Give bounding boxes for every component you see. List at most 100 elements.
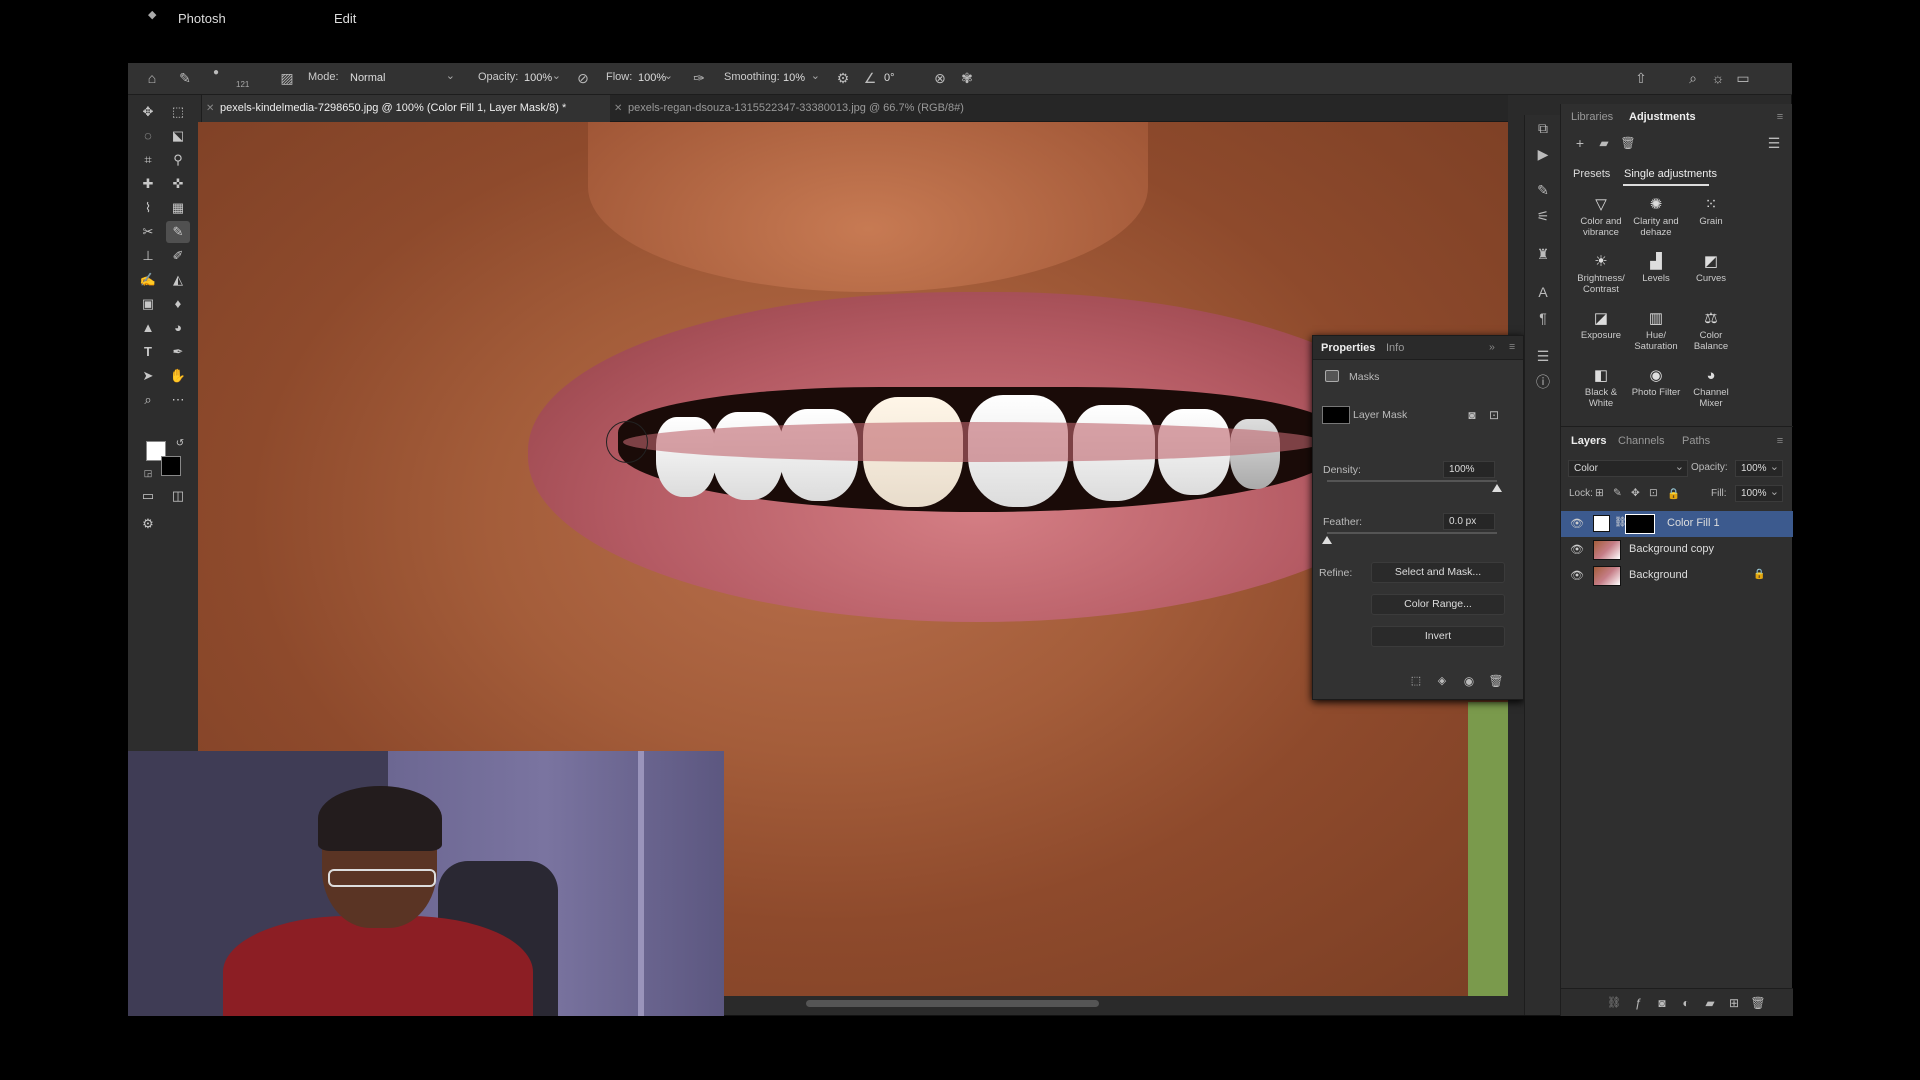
add-preset-icon[interactable]: +: [1571, 134, 1589, 152]
dodge-tool-icon[interactable]: ◕: [166, 317, 190, 339]
close-tab-icon[interactable]: ✕: [206, 95, 214, 122]
tab-layers[interactable]: Layers: [1571, 435, 1606, 447]
brush-settings-icon[interactable]: ⚟: [1534, 207, 1552, 225]
symmetry-icon[interactable]: ✾: [958, 69, 976, 87]
angle-icon[interactable]: ∠: [861, 69, 879, 87]
pen-tool-icon[interactable]: ✒: [166, 341, 190, 363]
trash-icon[interactable]: 🗑: [1487, 672, 1505, 690]
select-and-mask-button[interactable]: Select and Mask...: [1371, 562, 1505, 583]
tab-adjustments[interactable]: Adjustments: [1629, 111, 1696, 123]
history-brush-icon[interactable]: ✐: [166, 245, 190, 267]
tab-single-adjustments[interactable]: Single adjustments: [1624, 168, 1717, 180]
apply-mask-icon[interactable]: ◈: [1433, 672, 1451, 690]
brushes-icon[interactable]: ✎: [1534, 181, 1552, 199]
workspace-icon[interactable]: ▭: [1734, 69, 1752, 87]
new-layer-icon[interactable]: ⊞: [1725, 994, 1743, 1012]
panel-menu-icon[interactable]: ≡: [1509, 341, 1515, 353]
marquee-tool-icon[interactable]: ⬚: [166, 101, 190, 123]
lock-move-icon[interactable]: ✥: [1631, 487, 1640, 499]
opacity-dropdown[interactable]: 100%: [520, 69, 564, 88]
sharpen-tool-icon[interactable]: ▲: [136, 317, 160, 339]
edit-menu[interactable]: Edit: [334, 11, 356, 26]
more-tools-icon[interactable]: ⋯: [166, 389, 190, 411]
feather-field[interactable]: 0.0 px: [1443, 513, 1495, 530]
lasso-tool-icon[interactable]: ◌: [136, 125, 160, 147]
adjustment-item[interactable]: ▥ Hue/ Saturation: [1629, 310, 1683, 352]
swap-colors-icon[interactable]: ↺: [168, 433, 192, 455]
tab-info[interactable]: Info: [1386, 342, 1404, 354]
flow-dropdown[interactable]: 100%: [634, 69, 676, 88]
close-tab-icon[interactable]: ✕: [614, 95, 622, 122]
tab-document-1[interactable]: ✕ pexels-kindelmedia-7298650.jpg @ 100% …: [202, 95, 610, 122]
type-tool-icon[interactable]: T: [136, 341, 160, 363]
eyedropper-icon[interactable]: ⚲: [166, 149, 190, 171]
tab-properties[interactable]: Properties: [1321, 342, 1375, 354]
adjustment-item[interactable]: ☀ Brightness/ Contrast: [1574, 253, 1628, 295]
mixer-brush-icon[interactable]: ✍: [136, 269, 160, 291]
layer-row-color-fill[interactable]: 👁 ⛓ Color Fill 1: [1561, 511, 1793, 537]
clone-source-icon[interactable]: ♜: [1534, 245, 1552, 263]
layer-mask-thumbnail[interactable]: [1322, 406, 1350, 424]
new-adjustment-icon[interactable]: ◐: [1677, 994, 1695, 1012]
delete-icon[interactable]: 🗑: [1619, 134, 1637, 152]
delete-layer-icon[interactable]: 🗑: [1749, 994, 1767, 1012]
adjustment-item[interactable]: ◉ Photo Filter: [1629, 367, 1683, 398]
fill-field[interactable]: 100%: [1735, 485, 1783, 502]
adjustment-item[interactable]: ✺ Clarity and dehaze: [1629, 196, 1683, 238]
lock-paint-icon[interactable]: ✎: [1613, 487, 1622, 499]
lock-artboard-icon[interactable]: ⊡: [1649, 487, 1658, 499]
eye-icon[interactable]: ◉: [1460, 672, 1478, 690]
layer-row-background[interactable]: 👁 Background 🔒: [1561, 563, 1793, 589]
heal-brush-icon[interactable]: ✜: [166, 173, 190, 195]
mask-thumbnail[interactable]: [1625, 514, 1655, 534]
spot-heal-icon[interactable]: ✚: [136, 173, 160, 195]
tab-presets[interactable]: Presets: [1573, 168, 1610, 180]
folder-icon[interactable]: ▰: [1595, 134, 1613, 152]
brush-tool-icon[interactable]: ✎: [166, 221, 190, 243]
adjustment-item[interactable]: ◧ Black & White: [1574, 367, 1628, 409]
content-aware-icon[interactable]: ✂: [136, 221, 160, 243]
pressure-opacity-icon[interactable]: ⊘: [574, 69, 592, 87]
paragraph-icon[interactable]: ¶: [1534, 309, 1552, 327]
blur-tool-icon[interactable]: ♦: [166, 293, 190, 315]
fx-icon[interactable]: ƒ: [1629, 994, 1647, 1012]
lock-all-icon[interactable]: 🔒: [1667, 487, 1680, 500]
patch-tool-icon[interactable]: ⌇: [136, 197, 160, 219]
layers-menu-icon[interactable]: ≡: [1773, 432, 1787, 450]
adjustment-item[interactable]: ▽ Color and vibrance: [1574, 196, 1628, 238]
adjustments-sliders-icon[interactable]: ☰: [1534, 347, 1552, 365]
feather-slider-thumb[interactable]: [1322, 536, 1332, 544]
adjustment-item[interactable]: ◩ Curves: [1684, 253, 1738, 284]
angle-field[interactable]: 0°: [880, 70, 916, 88]
eye-icon[interactable]: 👁: [1570, 517, 1584, 530]
color-range-button[interactable]: Color Range...: [1371, 594, 1505, 615]
stamp-tool-icon[interactable]: ⊥: [136, 245, 160, 267]
horizontal-scrollbar[interactable]: [806, 1000, 1099, 1007]
pressure-size-icon[interactable]: ⊗: [931, 69, 949, 87]
search-icon[interactable]: ⌕: [1684, 69, 1702, 87]
zoom-tool-icon[interactable]: ⌕: [136, 389, 160, 411]
tab-paths[interactable]: Paths: [1682, 435, 1710, 447]
edit-toolbar-icon[interactable]: ⚙: [136, 513, 160, 535]
load-selection-icon[interactable]: ⬚: [1407, 672, 1425, 690]
remove-tool-icon[interactable]: ▦: [166, 197, 190, 219]
default-colors-icon[interactable]: ◲: [136, 462, 160, 484]
lightbulb-icon[interactable]: ☼: [1709, 69, 1727, 87]
object-select-icon[interactable]: ⬕: [166, 125, 190, 147]
new-group-icon[interactable]: ▰: [1701, 994, 1719, 1012]
move-tool-icon[interactable]: ✥: [136, 101, 160, 123]
crop-tool-icon[interactable]: ⌗: [136, 149, 160, 171]
airbrush-icon[interactable]: ✑: [690, 69, 708, 87]
mode-dropdown[interactable]: Normal: [346, 69, 458, 88]
feather-slider[interactable]: [1327, 532, 1497, 534]
quick-mask-icon[interactable]: ▭: [136, 485, 160, 507]
eye-icon[interactable]: 👁: [1570, 543, 1584, 556]
brush-preset-icon[interactable]: ●: [204, 64, 228, 82]
add-mask-icon[interactable]: ◙: [1653, 994, 1671, 1012]
layer-opacity-field[interactable]: 100%: [1735, 460, 1783, 477]
smoothing-dropdown[interactable]: 10%: [779, 69, 823, 88]
background-color[interactable]: [161, 456, 181, 476]
apple-icon[interactable]: ◆: [148, 8, 156, 21]
eraser-tool-icon[interactable]: ◭: [166, 269, 190, 291]
gear-icon[interactable]: ⚙: [834, 69, 852, 87]
